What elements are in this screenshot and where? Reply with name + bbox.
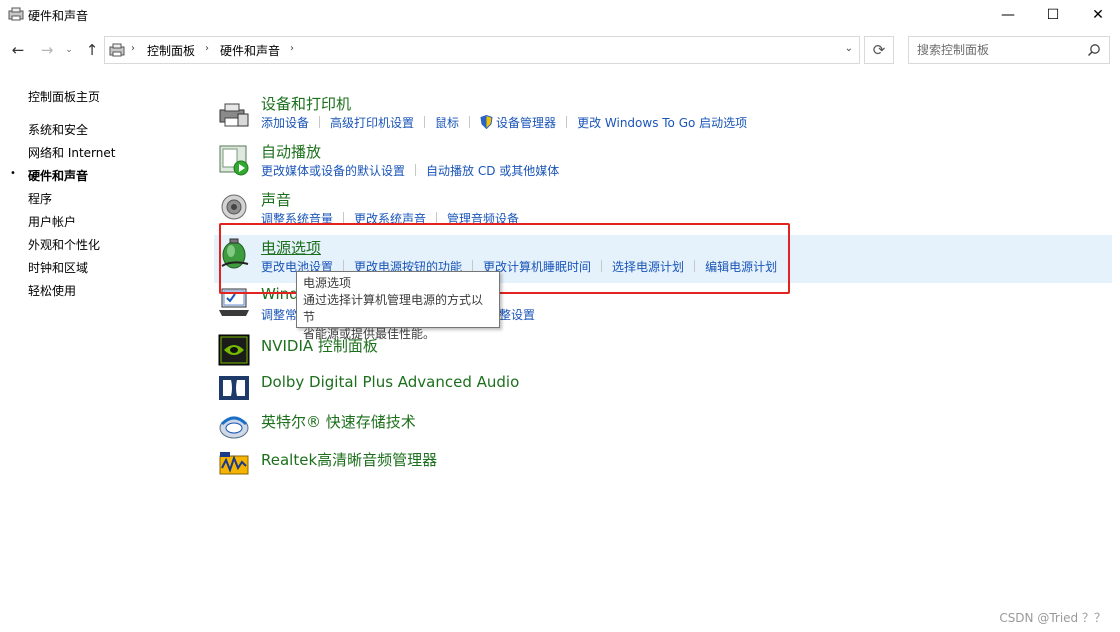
- nav-item-ease-of-access[interactable]: 轻松使用: [28, 282, 76, 299]
- nvidia-icon: [218, 334, 250, 366]
- category-links: 更改媒体或设备的默认设置 自动播放 CD 或其他媒体: [261, 162, 559, 179]
- nav-item-hardware-sound[interactable]: 硬件和声音: [28, 167, 88, 184]
- breadcrumb-hardware-sound[interactable]: 硬件和声音: [220, 42, 280, 59]
- refresh-button[interactable]: ⟳: [864, 36, 894, 64]
- control-panel-home-link[interactable]: 控制面板主页: [28, 88, 100, 105]
- breadcrumb-separator: ›: [205, 43, 209, 54]
- category-links: 调整常: [261, 306, 297, 323]
- minimize-button[interactable]: —: [985, 0, 1031, 30]
- breadcrumb-separator: ›: [131, 43, 135, 54]
- watermark-text: CSDN @Tried ？？: [999, 611, 1106, 625]
- address-bar[interactable]: › 控制面板 › 硬件和声音 › ⌄: [104, 36, 860, 64]
- uac-shield-icon: [480, 115, 493, 129]
- link-mouse[interactable]: 鼠标: [435, 116, 459, 130]
- link-add-device[interactable]: 添加设备: [261, 116, 309, 130]
- back-button[interactable]: ←: [8, 41, 28, 59]
- speaker-icon: [221, 194, 247, 220]
- tooltip-line: 通过选择计算机管理电源的方式以节: [303, 293, 484, 324]
- category-title[interactable]: 英特尔® 快速存储技术: [261, 411, 416, 432]
- title-bar: 硬件和声音 — ☐ ✕: [0, 0, 1120, 30]
- category-title[interactable]: 设备和打印机: [261, 93, 351, 114]
- chevron-down-icon[interactable]: ⌄: [845, 43, 853, 54]
- category-title[interactable]: 自动播放: [261, 141, 321, 162]
- link-device-manager[interactable]: 设备管理器: [496, 116, 556, 130]
- nav-item-appearance[interactable]: 外观和个性化: [28, 236, 100, 253]
- nav-item-user-accounts[interactable]: 用户帐户: [28, 213, 76, 230]
- nav-item-system-security[interactable]: 系统和安全: [28, 121, 88, 138]
- nav-item-programs[interactable]: 程序: [28, 190, 52, 207]
- window-title: 硬件和声音: [28, 9, 89, 23]
- divider: [415, 164, 417, 176]
- divider: [319, 116, 321, 128]
- hardware-sound-icon: [8, 7, 24, 21]
- up-button[interactable]: ↑: [82, 41, 102, 59]
- realtek-audio-icon: [219, 452, 249, 475]
- category-links: 整设置: [499, 306, 535, 323]
- link-advanced-printer[interactable]: 高级打印机设置: [330, 116, 414, 130]
- forward-button[interactable]: →: [37, 41, 57, 59]
- divider: [424, 116, 426, 128]
- nav-item-clock-region[interactable]: 时钟和区域: [28, 259, 88, 276]
- hardware-sound-icon: [109, 43, 125, 57]
- breadcrumb-separator: ›: [290, 43, 294, 54]
- link-autoplay-cd[interactable]: 自动播放 CD 或其他媒体: [426, 164, 559, 178]
- search-icon[interactable]: [1087, 43, 1101, 57]
- maximize-button[interactable]: ☐: [1030, 0, 1076, 30]
- dolby-icon: [219, 376, 249, 400]
- breadcrumb-control-panel[interactable]: 控制面板: [147, 42, 195, 59]
- autoplay-icon: [219, 145, 249, 176]
- link-presentation-settings[interactable]: 整设置: [499, 308, 535, 322]
- nav-item-network[interactable]: 网络和 Internet: [28, 144, 115, 161]
- link-windows-to-go[interactable]: 更改 Windows To Go 启动选项: [577, 116, 747, 130]
- divider: [566, 116, 568, 128]
- intel-storage-icon: [219, 416, 249, 439]
- category-title[interactable]: Realtek高清晰音频管理器: [261, 449, 437, 470]
- category-title[interactable]: Dolby Digital Plus Advanced Audio: [261, 373, 519, 391]
- close-button[interactable]: ✕: [1075, 0, 1120, 30]
- search-input[interactable]: [917, 42, 1077, 58]
- link-mobility-settings[interactable]: 调整常: [261, 308, 297, 322]
- link-media-defaults[interactable]: 更改媒体或设备的默认设置: [261, 164, 405, 178]
- search-box[interactable]: [908, 36, 1110, 64]
- category-links: 添加设备 高级打印机设置 鼠标 设备管理器 更改 Windows To Go 启动选项: [261, 114, 747, 131]
- recent-locations-button[interactable]: ⌄: [62, 41, 76, 59]
- power-options-tooltip: 电源选项 通过选择计算机管理电源的方式以节 省能源或提供最佳性能。: [296, 271, 500, 341]
- category-title[interactable]: 声音: [261, 189, 291, 210]
- tooltip-line: 省能源或提供最佳性能。: [303, 327, 436, 341]
- tooltip-title: 电源选项: [303, 276, 352, 290]
- active-bullet: •: [10, 168, 16, 179]
- divider: [469, 116, 471, 128]
- printer-icon: [219, 103, 249, 127]
